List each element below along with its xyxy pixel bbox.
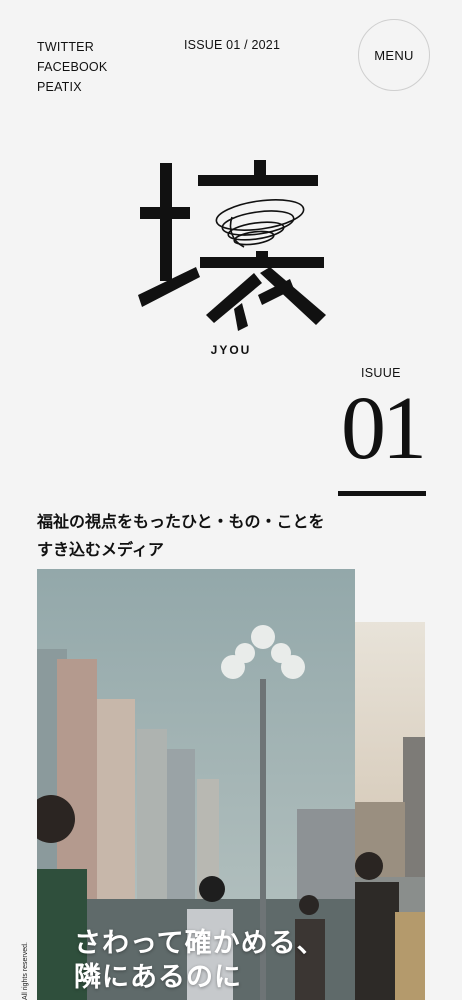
- issue-label: ISUUE: [361, 366, 401, 380]
- social-links: TWITTER FACEBOOK PEATIX: [37, 37, 107, 97]
- logo-label: JYOU: [210, 343, 252, 357]
- hero-headline: さわって確かめる、 隣にあるのに: [74, 926, 374, 994]
- hero-line-2: 隣にあるのに: [74, 962, 242, 992]
- menu-button[interactable]: MENU: [358, 19, 430, 91]
- tagline: 福祉の視点をもったひと・もの・ことを すき込むメディア: [37, 509, 337, 565]
- peatix-link[interactable]: PEATIX: [37, 77, 107, 97]
- tagline-line-2: すき込むメディア: [37, 542, 164, 559]
- hero-line-1: さわって確かめる、: [74, 928, 325, 958]
- jyou-logo: [138, 160, 326, 331]
- facebook-link[interactable]: FACEBOOK: [37, 57, 107, 77]
- tagline-line-1: 福祉の視点をもったひと・もの・ことを: [37, 514, 325, 531]
- copyright: All rights reserved.: [22, 942, 29, 1000]
- issue-header: ISSUE 01 / 2021: [184, 38, 281, 52]
- twitter-link[interactable]: TWITTER: [37, 37, 107, 57]
- issue-underline: [338, 491, 426, 496]
- menu-label: MENU: [374, 47, 414, 63]
- issue-number: 01: [341, 379, 427, 478]
